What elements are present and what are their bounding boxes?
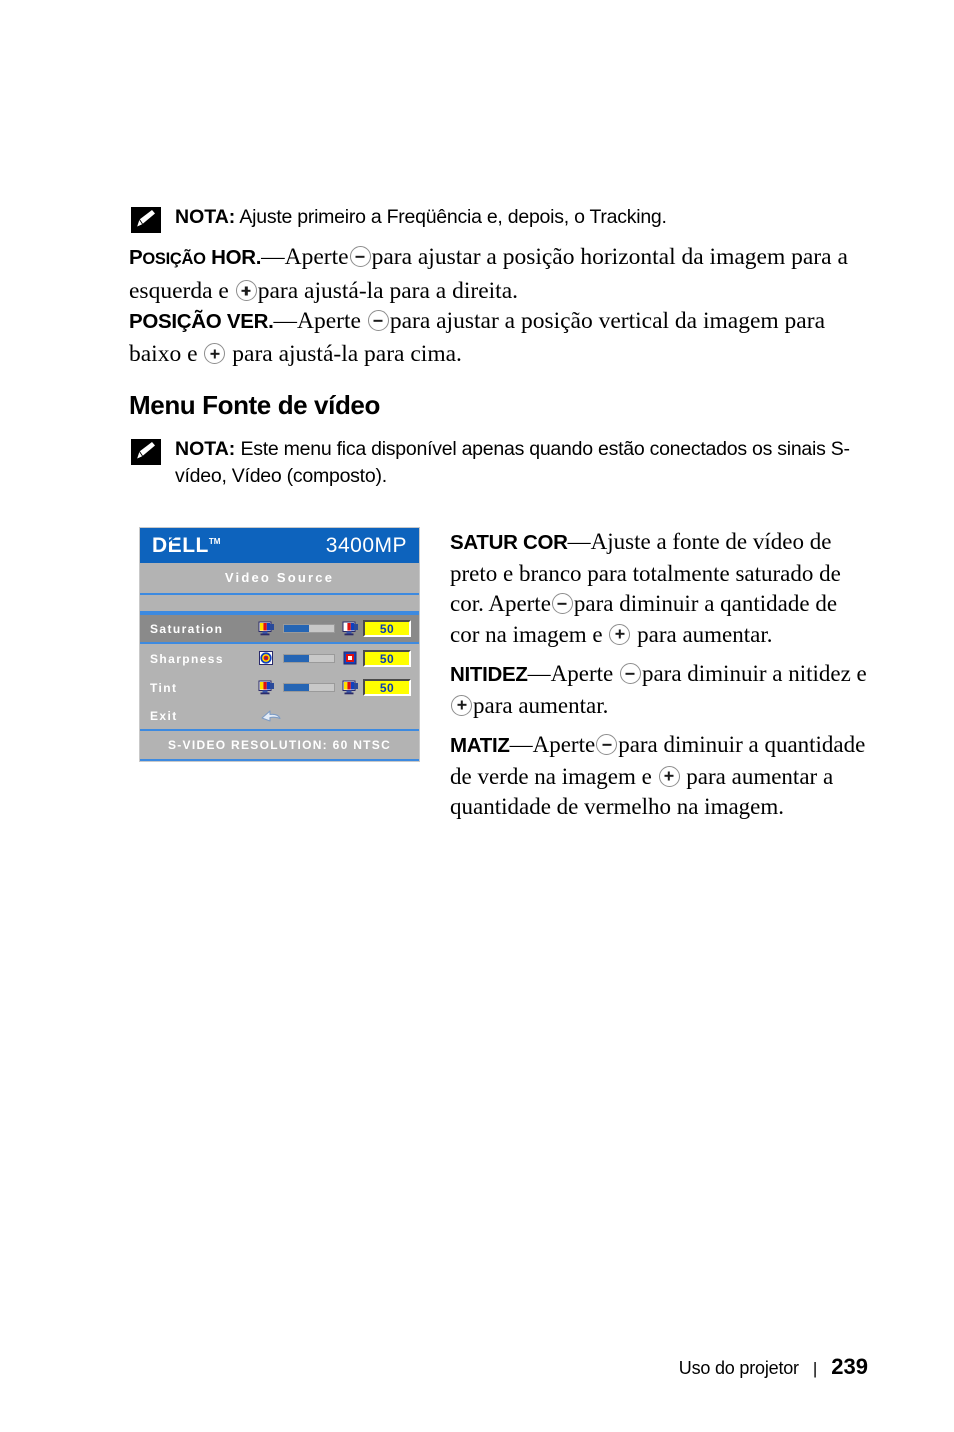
section-heading-menu-fonte-de-video: Menu Fonte de vídeo <box>129 390 380 420</box>
osd-slider-saturation[interactable] <box>283 624 335 633</box>
text-seg-1: —Aperte <box>527 661 614 686</box>
note-body: Este menu fica disponível apenas quando … <box>175 438 850 487</box>
color-display-icon <box>342 680 360 696</box>
osd-header: DELLTM 3400MP <box>140 528 419 563</box>
plus-circle-icon <box>609 623 631 645</box>
return-arrow-icon <box>258 706 288 726</box>
bullseye-target-icon <box>258 650 276 667</box>
text-seg-2: para diminuir a nitidez e <box>641 661 867 686</box>
dell-logo: DELLTM <box>152 533 221 557</box>
text-seg-1: —Aperte <box>261 244 349 270</box>
note-block-video-source: NOTA: Este menu fica disponível apenas q… <box>131 436 875 490</box>
slider-fill <box>284 655 309 662</box>
osd-slider-tint[interactable] <box>283 683 335 692</box>
trademark-mark: TM <box>208 536 221 546</box>
text-seg-1: —Aperte <box>273 308 361 334</box>
text-seg-3: para ajustá-la para a direita. <box>257 278 519 304</box>
term-smallcaps: OSIÇÃO <box>142 250 206 268</box>
minus-circle-icon <box>551 593 573 614</box>
description-matiz: MATIZ—Aperte para diminuir a quantidade d… <box>450 730 870 823</box>
term-matiz: MATIZ <box>450 734 510 757</box>
osd-model-label: 3400MP <box>325 533 407 557</box>
pencil-note-icon <box>131 439 161 465</box>
paragraph-posicao-ver: POSIÇÃO VER.—Aperte para ajustar a posiç… <box>129 305 871 370</box>
text-seg-3: para aumentar. <box>637 621 773 647</box>
note-body: Ajuste primeiro a Freqüência e, depois, … <box>239 206 667 228</box>
square-target-icon <box>342 651 360 667</box>
note-text: NOTA: Este menu fica disponível apenas q… <box>175 436 875 490</box>
note-text: NOTA: Ajuste primeiro a Freqüência e, de… <box>175 204 667 231</box>
slider-fill <box>284 625 309 632</box>
osd-row-saturation[interactable]: Saturation 50 <box>140 613 419 644</box>
osd-video-source-menu: DELLTM 3400MP Video Source Saturation 50… <box>139 527 420 762</box>
footer-separator: | <box>812 1359 818 1378</box>
description-satur-cor: SATUR COR—Ajuste a fonte de vídeo de pre… <box>450 527 870 650</box>
term-satur-cor: SATUR COR <box>450 531 568 554</box>
description-list: SATUR COR—Ajuste a fonte de vídeo de pre… <box>450 527 870 832</box>
slider-fill <box>284 684 309 691</box>
osd-row-label: Sharpness <box>150 651 224 666</box>
color-display-icon <box>342 621 360 637</box>
footer-section-label: Uso do projetor <box>678 1358 799 1378</box>
term-posicao-ver: POSIÇÃO VER. <box>129 310 274 333</box>
color-display-icon <box>258 621 276 637</box>
document-page: NOTA: Ajuste primeiro a Freqüência e, de… <box>0 0 954 1432</box>
color-display-icon <box>258 680 276 696</box>
minus-circle-icon <box>619 663 641 684</box>
osd-value-sharpness: 50 <box>363 650 411 667</box>
osd-value-saturation: 50 <box>363 620 411 637</box>
paragraph-posicao-hor: POSIÇÃO HOR.—Aperte para ajustar a posiçã… <box>129 241 871 307</box>
osd-row-label: Saturation <box>150 621 224 636</box>
osd-row-exit[interactable]: Exit <box>140 702 419 731</box>
term-nitidez: NITIDEZ <box>450 663 528 686</box>
osd-row-tint[interactable]: Tint 50 <box>140 673 419 702</box>
pencil-note-icon <box>131 207 161 233</box>
osd-row-sharpness[interactable]: Sharpness 50 <box>140 644 419 673</box>
plus-circle-icon <box>451 694 472 716</box>
osd-menu-title: Video Source <box>140 563 419 595</box>
term-posicao-hor: POSIÇÃO HOR. <box>129 246 262 269</box>
osd-resolution-footer: S-VIDEO RESOLUTION: 60 NTSC <box>140 731 419 761</box>
note-label: NOTA: <box>175 206 236 228</box>
page-number: 239 <box>831 1354 868 1379</box>
osd-row-label: Tint <box>150 680 178 695</box>
text-seg-1: —Aperte <box>509 732 596 757</box>
osd-row-label: Exit <box>150 708 178 723</box>
note-label: NOTA: <box>175 438 236 460</box>
text-seg-3: para ajustá-la para cima. <box>232 341 462 367</box>
note-block-tracking: NOTA: Ajuste primeiro a Freqüência e, de… <box>131 204 667 233</box>
plus-circle-icon <box>235 280 257 301</box>
description-nitidez: NITIDEZ—Aperte para diminuir a nitidez e… <box>450 659 870 721</box>
osd-value-tint: 50 <box>363 679 411 696</box>
minus-circle-icon <box>596 734 618 755</box>
plus-circle-icon <box>204 343 226 364</box>
page-footer: Uso do projetor | 239 <box>679 1354 868 1380</box>
dell-logo-e: E <box>167 533 183 557</box>
osd-spacer <box>140 595 419 613</box>
text-seg-3: para aumentar. <box>473 692 609 718</box>
minus-circle-icon <box>367 310 389 331</box>
plus-circle-icon <box>658 765 680 787</box>
osd-slider-sharpness[interactable] <box>283 654 335 663</box>
minus-circle-icon <box>349 246 371 267</box>
